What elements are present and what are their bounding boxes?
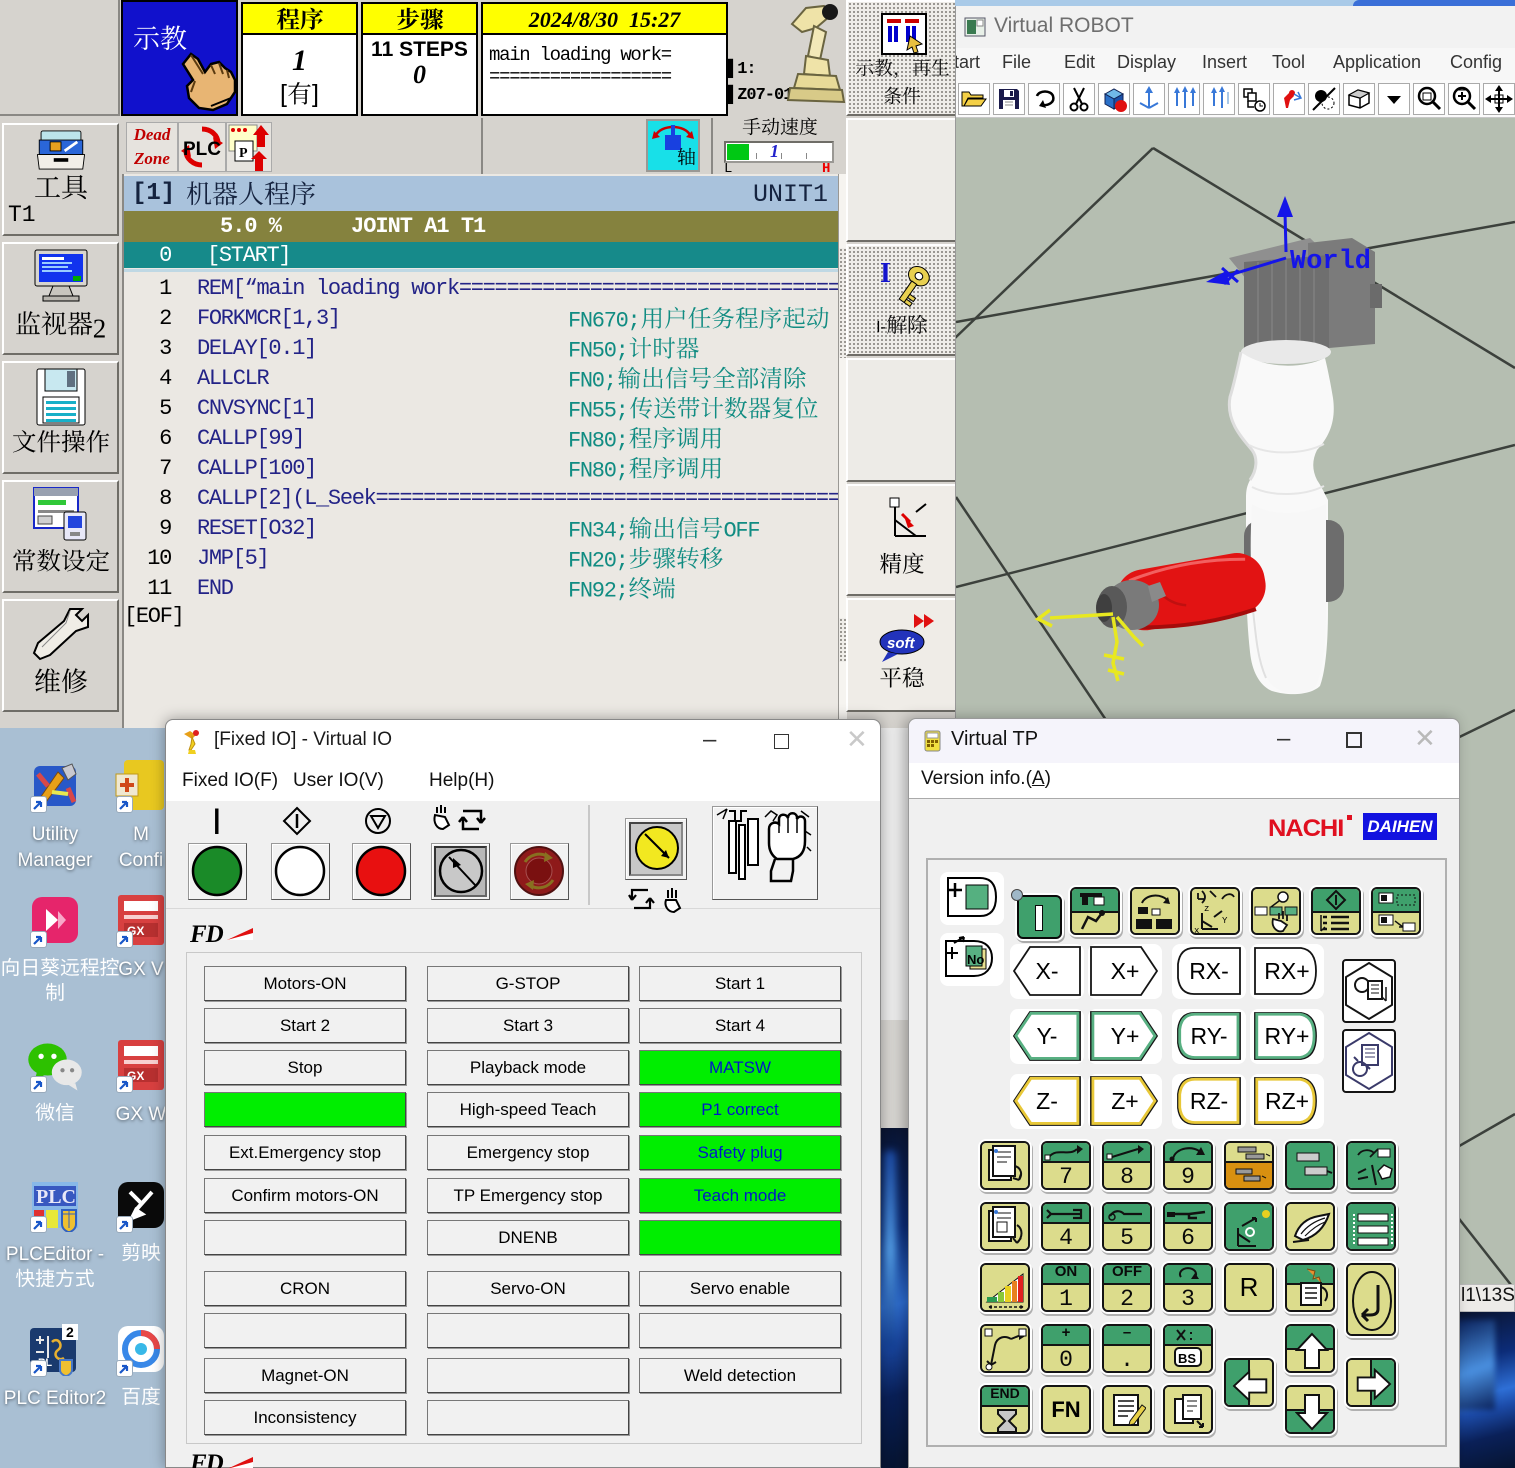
svg-text:PLC: PLC xyxy=(183,139,221,160)
svg-text:RZ+: RZ+ xyxy=(1265,1088,1309,1114)
svg-text:RY+: RY+ xyxy=(1265,1023,1310,1049)
svg-text:RZ-: RZ- xyxy=(1190,1088,1228,1114)
svg-text:RX-: RX- xyxy=(1189,958,1229,984)
svg-text:P: P xyxy=(239,146,248,161)
svg-text:Y-: Y- xyxy=(1037,1023,1058,1049)
svg-text:Z+: Z+ xyxy=(1111,1088,1138,1114)
svg-text:x: x xyxy=(1194,926,1199,933)
svg-text:2: 2 xyxy=(66,1324,74,1340)
svg-text:Z-: Z- xyxy=(1036,1088,1058,1114)
svg-text:No: No xyxy=(967,952,984,967)
svg-text:X-: X- xyxy=(1036,958,1059,984)
svg-text:BS: BS xyxy=(1178,1351,1196,1366)
svg-text:NACHI: NACHI xyxy=(1268,816,1343,841)
svg-text:RY-: RY- xyxy=(1190,1023,1227,1049)
svg-text:z: z xyxy=(1204,904,1209,914)
svg-text:soft: soft xyxy=(887,635,916,652)
svg-text:World: World xyxy=(1290,247,1371,277)
svg-text:X+: X+ xyxy=(1111,958,1140,984)
svg-text:Y: Y xyxy=(1222,916,1228,926)
svg-text:RX+: RX+ xyxy=(1264,958,1309,984)
svg-text:I: I xyxy=(880,258,891,289)
svg-text:Y+: Y+ xyxy=(1111,1023,1140,1049)
svg-text:PLC: PLC xyxy=(36,1186,76,1208)
